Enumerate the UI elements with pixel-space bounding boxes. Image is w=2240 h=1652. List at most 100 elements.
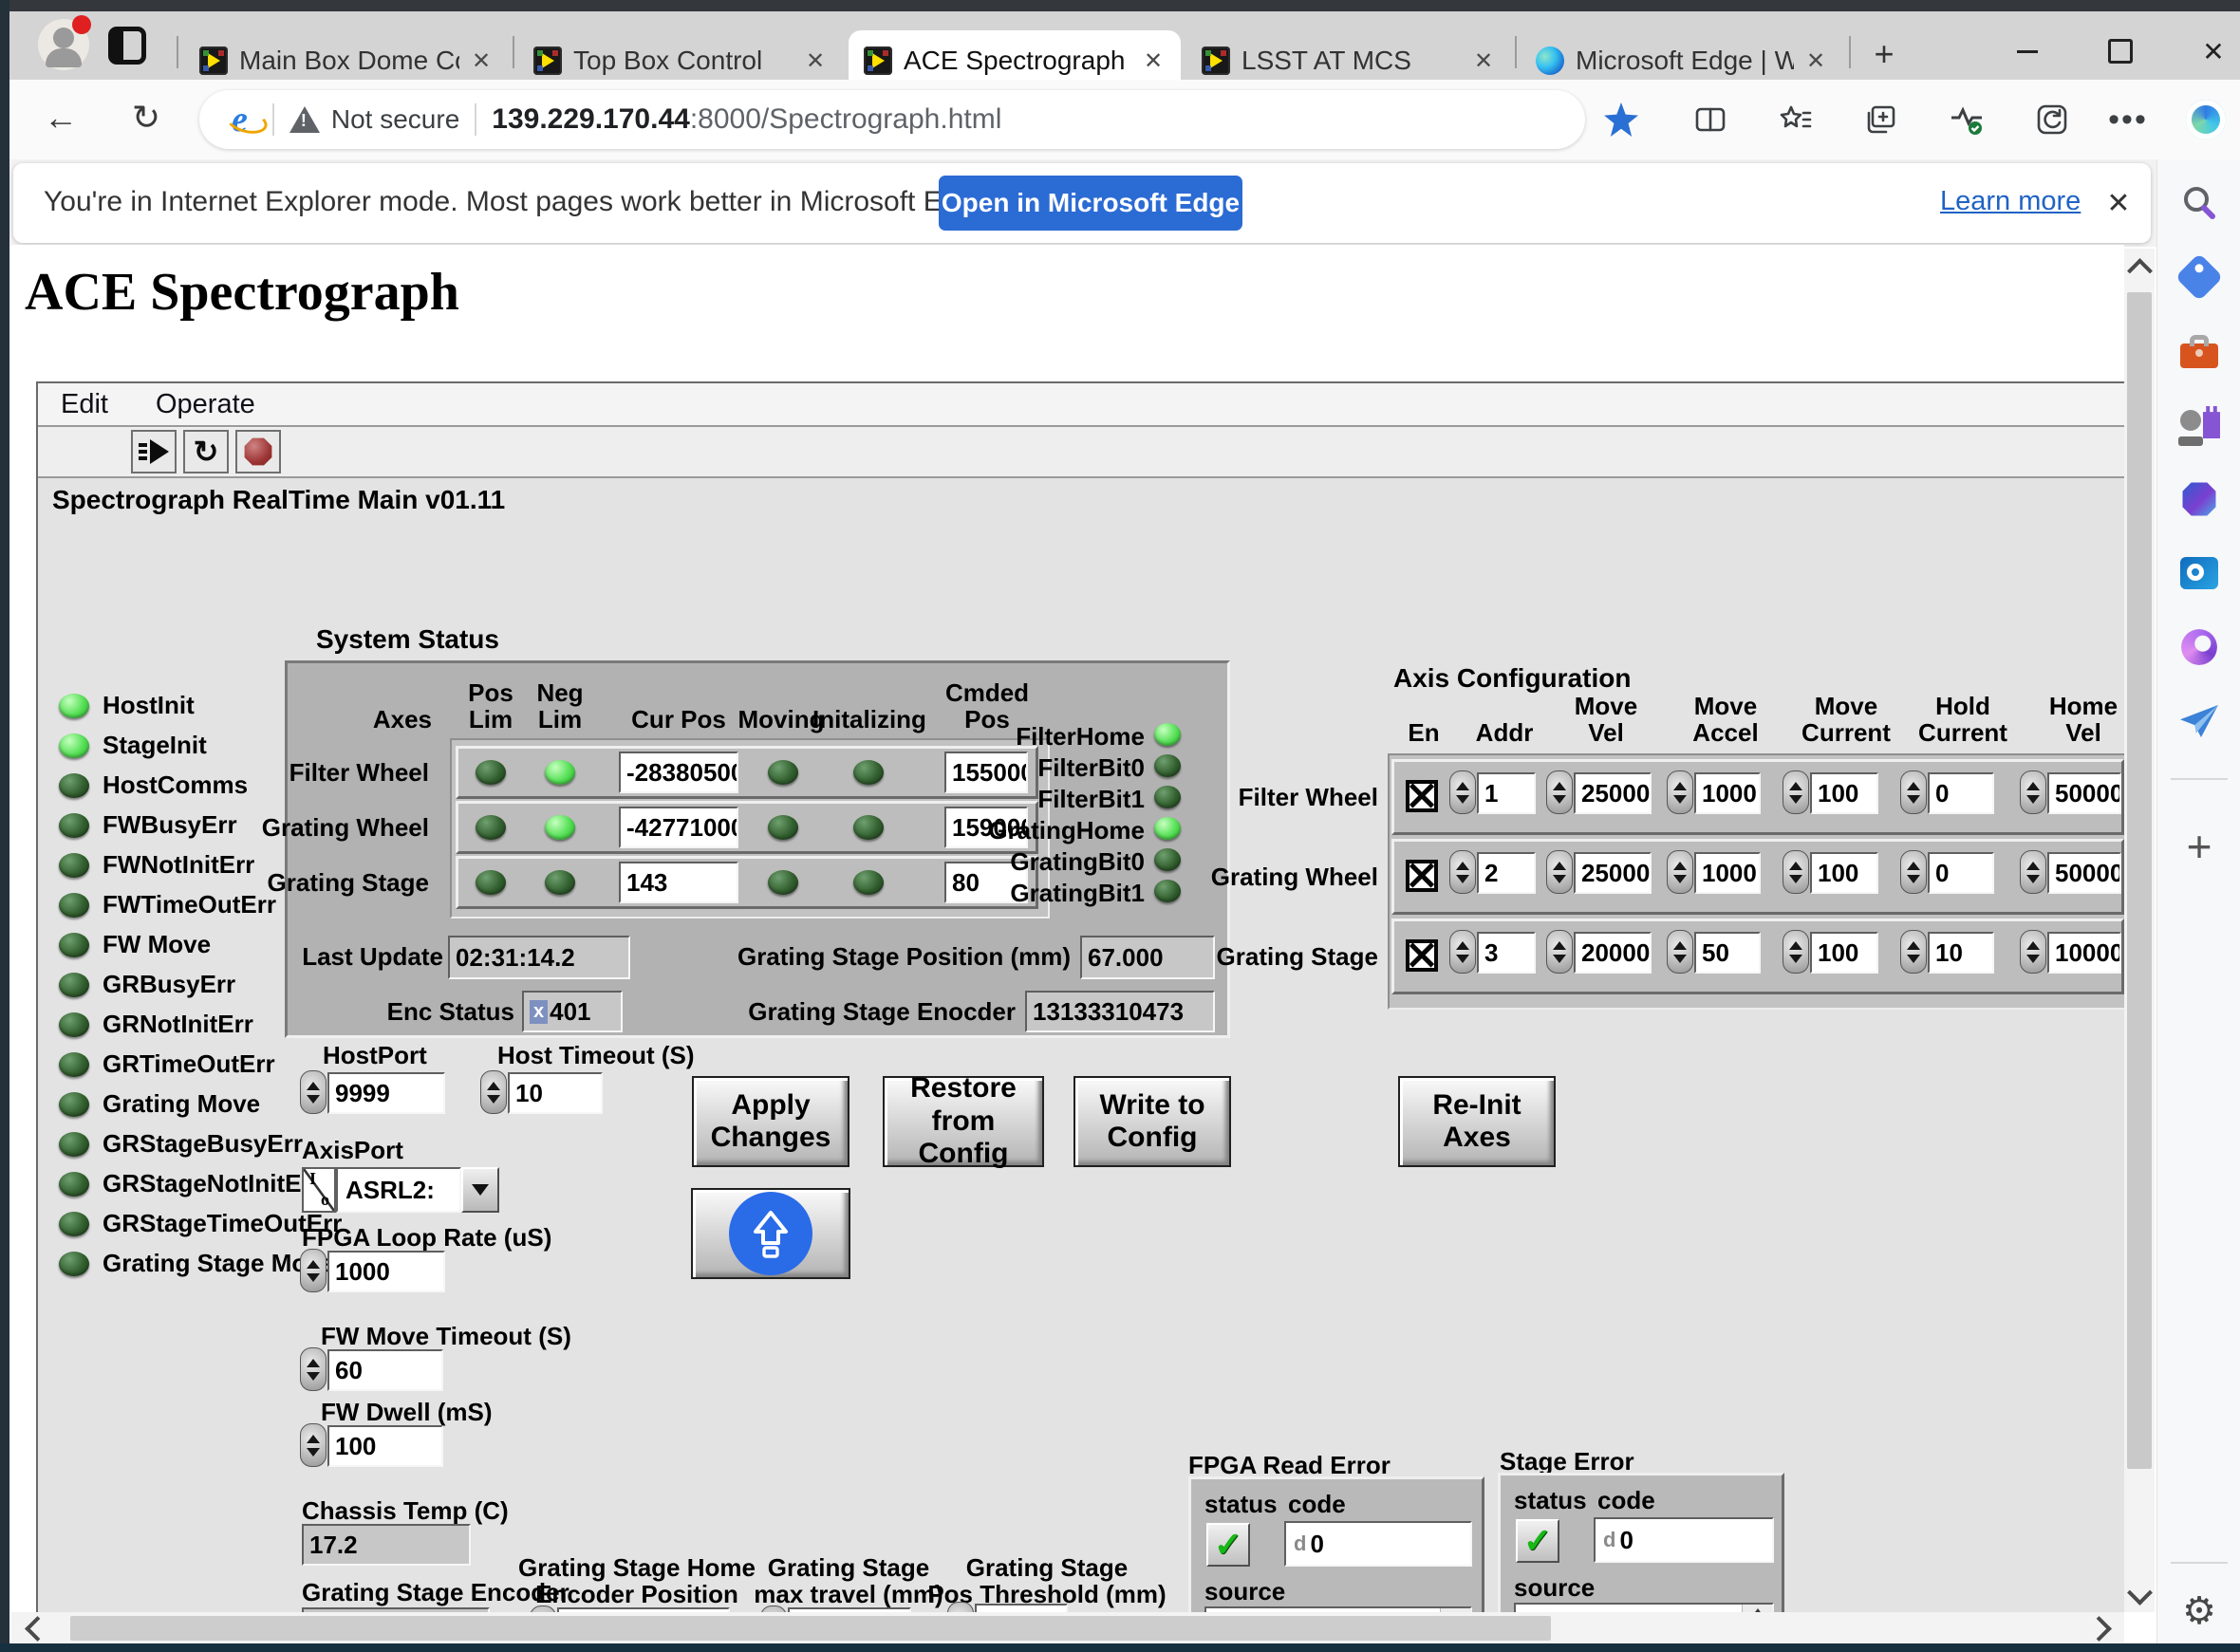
copilot-button[interactable] — [2181, 95, 2231, 144]
cmded-pos-field[interactable]: 155000 — [944, 752, 1028, 793]
host-timeout-field[interactable]: 10 — [508, 1072, 603, 1114]
run-button[interactable] — [131, 430, 177, 473]
back-button[interactable]: ← — [36, 93, 85, 142]
favorite-star-button[interactable] — [1596, 95, 1646, 144]
addr-field[interactable]: 2 — [1477, 852, 1536, 894]
page-horizontal-scrollbar[interactable] — [11, 1612, 2124, 1644]
en-checkbox[interactable] — [1406, 860, 1438, 892]
fw-dwell-spinner[interactable] — [300, 1423, 327, 1467]
hold-current-field[interactable]: 0 — [1928, 852, 1994, 894]
tab-actions-icon[interactable] — [108, 27, 146, 65]
page-vertical-scrollbar[interactable] — [2124, 249, 2155, 1612]
code-field[interactable]: d0 — [1284, 1521, 1472, 1567]
move-vel-field[interactable]: 250000 — [1574, 772, 1652, 814]
en-checkbox[interactable] — [1406, 780, 1438, 812]
restore-from-config-button[interactable]: Restore from Config — [883, 1076, 1044, 1167]
fpga-loop-rate-field[interactable]: 1000 — [327, 1251, 445, 1292]
hold-current-spinner[interactable] — [1900, 930, 1927, 974]
fpga-loop-rate-spinner[interactable] — [300, 1249, 327, 1292]
cur-pos-field[interactable]: 143 — [619, 862, 738, 903]
gs-pos-threshold-field[interactable]: 0.001 — [975, 1604, 1068, 1612]
host-timeout-spinner[interactable] — [480, 1070, 507, 1114]
fw-move-timeout-spinner[interactable] — [300, 1347, 327, 1391]
en-checkbox[interactable] — [1406, 939, 1438, 972]
url-field[interactable]: e Not secure 139.229.170.44:8000/Spectro… — [199, 90, 1585, 149]
run-continuous-button[interactable] — [183, 430, 229, 473]
home-vel-spinner[interactable] — [2020, 770, 2046, 814]
addr-spinner[interactable] — [1449, 930, 1476, 974]
url-text[interactable]: 139.229.170.44:8000/Spectrograph.html — [492, 103, 1001, 136]
browser-essentials-button[interactable] — [1942, 95, 1991, 144]
move-current-field[interactable]: 100 — [1810, 772, 1878, 814]
move-current-field[interactable]: 100 — [1810, 852, 1878, 894]
source-textbox[interactable] — [1514, 1603, 1774, 1612]
abort-button[interactable] — [235, 430, 281, 473]
sidebar-microsoft365-button[interactable] — [2176, 476, 2222, 522]
move-accel-spinner[interactable] — [1667, 850, 1693, 894]
new-tab-button[interactable] — [1866, 36, 1902, 72]
menu-operate[interactable]: Operate — [156, 389, 255, 420]
home-vel-spinner[interactable] — [2020, 930, 2046, 974]
sidebar-search-button[interactable] — [2176, 180, 2222, 226]
not-secure-warning-icon[interactable] — [289, 106, 320, 133]
hold-current-spinner[interactable] — [1900, 770, 1927, 814]
web-select-button[interactable] — [2027, 95, 2077, 144]
move-current-spinner[interactable] — [1783, 770, 1809, 814]
settings-more-button[interactable] — [2103, 95, 2153, 144]
move-vel-field[interactable]: 250000 — [1574, 852, 1652, 894]
source-scrollbar[interactable] — [1742, 1605, 1772, 1612]
stop-button[interactable]: STOP — [691, 1188, 850, 1279]
move-vel-field[interactable]: 200000 — [1574, 932, 1652, 974]
close-button[interactable] — [2191, 28, 2236, 74]
move-accel-field[interactable]: 1000 — [1694, 852, 1761, 894]
axisport-dropdown-button[interactable] — [461, 1167, 499, 1213]
home-vel-field[interactable]: 50000 — [2047, 852, 2121, 894]
addr-field[interactable]: 1 — [1477, 772, 1536, 814]
move-accel-spinner[interactable] — [1667, 770, 1693, 814]
vertical-scroll-thumb[interactable] — [2127, 292, 2152, 1469]
code-field[interactable]: d0 — [1594, 1517, 1774, 1563]
addr-spinner[interactable] — [1449, 770, 1476, 814]
tab-close-icon[interactable] — [1139, 46, 1167, 75]
refresh-button[interactable]: ↻ — [121, 93, 171, 142]
move-current-spinner[interactable] — [1783, 850, 1809, 894]
sidebar-tools-button[interactable] — [2176, 328, 2222, 374]
banner-close-icon[interactable] — [2098, 182, 2139, 224]
profile-avatar[interactable] — [38, 19, 89, 70]
move-vel-spinner[interactable] — [1546, 850, 1573, 894]
hostport-field[interactable]: 9999 — [327, 1072, 445, 1114]
home-vel-field[interactable]: 100000 — [2047, 932, 2121, 974]
scroll-right-button[interactable] — [2081, 1610, 2117, 1646]
maximize-button[interactable] — [2098, 28, 2143, 74]
menu-edit[interactable]: Edit — [61, 389, 108, 420]
cur-pos-field[interactable]: -283805000 — [619, 752, 738, 793]
move-accel-spinner[interactable] — [1667, 930, 1693, 974]
hostport-spinner[interactable] — [300, 1070, 327, 1114]
hold-current-field[interactable]: 0 — [1928, 772, 1994, 814]
home-vel-field[interactable]: 50000 — [2047, 772, 2121, 814]
fw-move-timeout-field[interactable]: 60 — [327, 1349, 443, 1391]
move-vel-spinner[interactable] — [1546, 930, 1573, 974]
learn-more-link[interactable]: Learn more — [1940, 186, 2081, 217]
sidebar-outlook-button[interactable] — [2176, 550, 2222, 596]
move-accel-field[interactable]: 1000 — [1694, 772, 1761, 814]
tab-close-icon[interactable] — [467, 46, 495, 75]
sidebar-add-button[interactable] — [2176, 824, 2222, 869]
addr-field[interactable]: 3 — [1477, 932, 1536, 974]
scroll-down-button[interactable] — [2121, 1574, 2157, 1610]
sidebar-shopping-button[interactable] — [2176, 254, 2222, 300]
reinit-axes-button[interactable]: Re-Init Axes — [1398, 1076, 1556, 1167]
move-accel-field[interactable]: 50 — [1694, 932, 1761, 974]
collections-button[interactable] — [1857, 95, 1906, 144]
hold-current-field[interactable]: 10 — [1928, 932, 1994, 974]
hold-current-spinner[interactable] — [1900, 850, 1927, 894]
sidebar-settings-button[interactable] — [2176, 1588, 2222, 1634]
horizontal-scroll-thumb[interactable] — [70, 1616, 1551, 1641]
open-in-edge-button[interactable]: Open in Microsoft Edge — [939, 176, 1242, 231]
tab-close-icon[interactable] — [1469, 46, 1498, 75]
favorites-button[interactable] — [1771, 95, 1820, 144]
tab-close-icon[interactable] — [1801, 46, 1830, 75]
minimize-button[interactable] — [2005, 28, 2050, 74]
tab-close-icon[interactable] — [801, 46, 830, 75]
home-vel-spinner[interactable] — [2020, 850, 2046, 894]
